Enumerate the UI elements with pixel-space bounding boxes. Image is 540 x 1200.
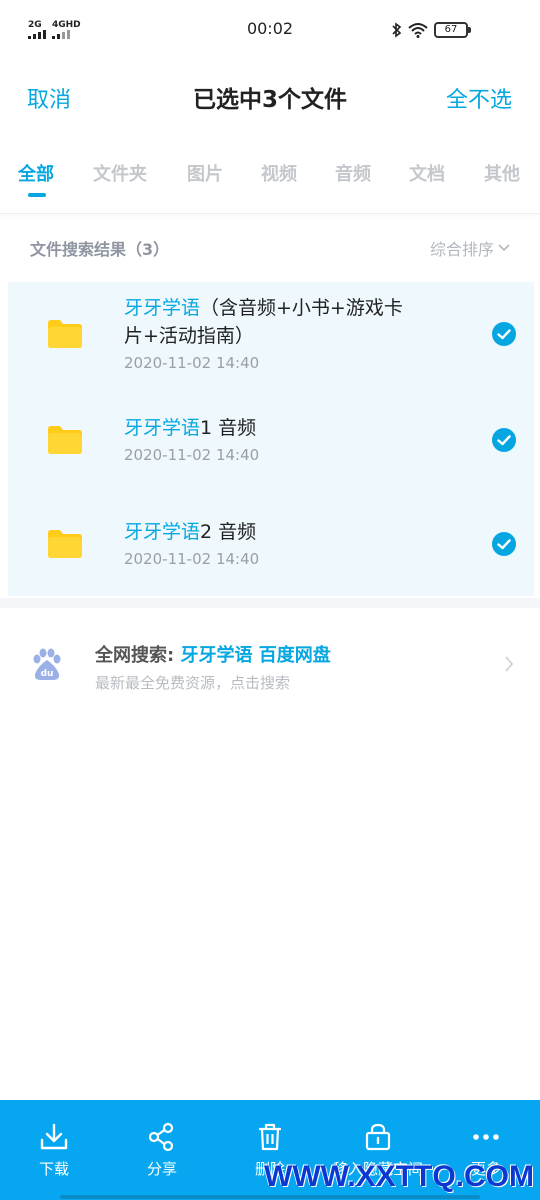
share-icon [148, 1122, 174, 1152]
share-label: 分享 [146, 1160, 177, 1178]
web-search-row[interactable]: du 全网搜索: 牙牙学语 百度网盘 最新最全免费资源，点击搜索 [0, 628, 540, 706]
folder-icon [48, 426, 82, 454]
sort-button[interactable]: 综合排序 [430, 236, 510, 260]
battery-icon: 67 [434, 22, 471, 38]
bluetooth-icon [392, 22, 402, 38]
file-name: 牙牙学语1 音频 [124, 414, 424, 442]
download-label: 下载 [38, 1160, 69, 1178]
baidu-paw-icon: du [33, 648, 61, 680]
web-search-prefix: 全网搜索: [95, 645, 181, 666]
web-search-subtitle: 最新最全免费资源，点击搜索 [95, 674, 291, 692]
file-row[interactable]: 牙牙学语2 音频 2020-11-02 14:40 [8, 490, 534, 594]
tab-images[interactable]: 图片 [187, 160, 223, 186]
tab-audio[interactable]: 音频 [335, 160, 371, 186]
sort-label: 综合排序 [429, 240, 494, 259]
download-icon [40, 1123, 68, 1150]
file-date: 2020-11-02 14:40 [124, 354, 260, 372]
file-name: 牙牙学语（含音频+小书+游戏卡片+活动指南） [124, 294, 424, 350]
folder-icon [48, 320, 82, 348]
tab-documents[interactable]: 文档 [409, 160, 445, 186]
tab-other[interactable]: 其他 [484, 160, 520, 186]
site-watermark: WWW.XXTTQ.COM [264, 1160, 534, 1193]
file-name-rest: （含音频+小书+游戏卡 [200, 297, 403, 319]
file-row[interactable]: 牙牙学语（含音频+小书+游戏卡片+活动指南） 2020-11-02 14:40 [8, 282, 534, 386]
results-bar: 文件搜索结果（3） 综合排序 [0, 232, 540, 264]
checked-circle-icon[interactable] [492, 322, 516, 346]
svg-text:du: du [41, 669, 54, 679]
file-name-highlight: 牙牙学语 [124, 297, 201, 319]
more-dots-icon [473, 1134, 499, 1140]
wifi-icon [408, 23, 428, 38]
category-tabs: 全部 文件夹 图片 视频 音频 文档 其他 [0, 150, 540, 214]
lock-icon [365, 1123, 391, 1151]
status-bar: 2G 4GHD 00:02 67 [0, 0, 540, 60]
file-name-rest-2: 片+活动指南） [124, 325, 254, 347]
file-name-rest: 1 音频 [200, 417, 257, 439]
download-button[interactable]: 下载 [0, 1100, 108, 1200]
file-row[interactable]: 牙牙学语1 音频 2020-11-02 14:40 [8, 386, 534, 490]
tab-all[interactable]: 全部 [18, 160, 54, 186]
checked-circle-icon[interactable] [492, 532, 516, 556]
checked-circle-icon[interactable] [492, 428, 516, 452]
deselect-all-button[interactable]: 全不选 [446, 82, 512, 114]
web-search-title: 全网搜索: 牙牙学语 百度网盘 [95, 641, 331, 667]
active-tab-indicator [28, 193, 46, 197]
trash-icon [259, 1123, 281, 1151]
folder-icon [48, 530, 82, 558]
chevron-down-icon [498, 244, 510, 252]
tab-folders[interactable]: 文件夹 [93, 160, 147, 186]
selection-header: 取消 已选中3个文件 全不选 [0, 60, 540, 134]
chevron-right-icon [505, 656, 514, 672]
share-button[interactable]: 分享 [108, 1100, 216, 1200]
cancel-button[interactable]: 取消 [27, 82, 71, 114]
tab-videos[interactable]: 视频 [261, 160, 297, 186]
file-date: 2020-11-02 14:40 [124, 446, 260, 464]
file-name-rest: 2 音频 [200, 521, 257, 543]
file-name-highlight: 牙牙学语 [124, 521, 201, 543]
results-count: 文件搜索结果（3） [30, 240, 170, 259]
file-name: 牙牙学语2 音频 [124, 518, 424, 546]
section-divider [0, 598, 540, 608]
home-indicator[interactable] [60, 1195, 480, 1199]
web-search-keyword: 牙牙学语 百度网盘 [180, 645, 331, 666]
file-name-highlight: 牙牙学语 [124, 417, 201, 439]
file-list: 牙牙学语（含音频+小书+游戏卡 片+活动指南） 2020-11-02 14:40 … [8, 282, 534, 596]
file-date: 2020-11-02 14:40 [124, 550, 260, 568]
